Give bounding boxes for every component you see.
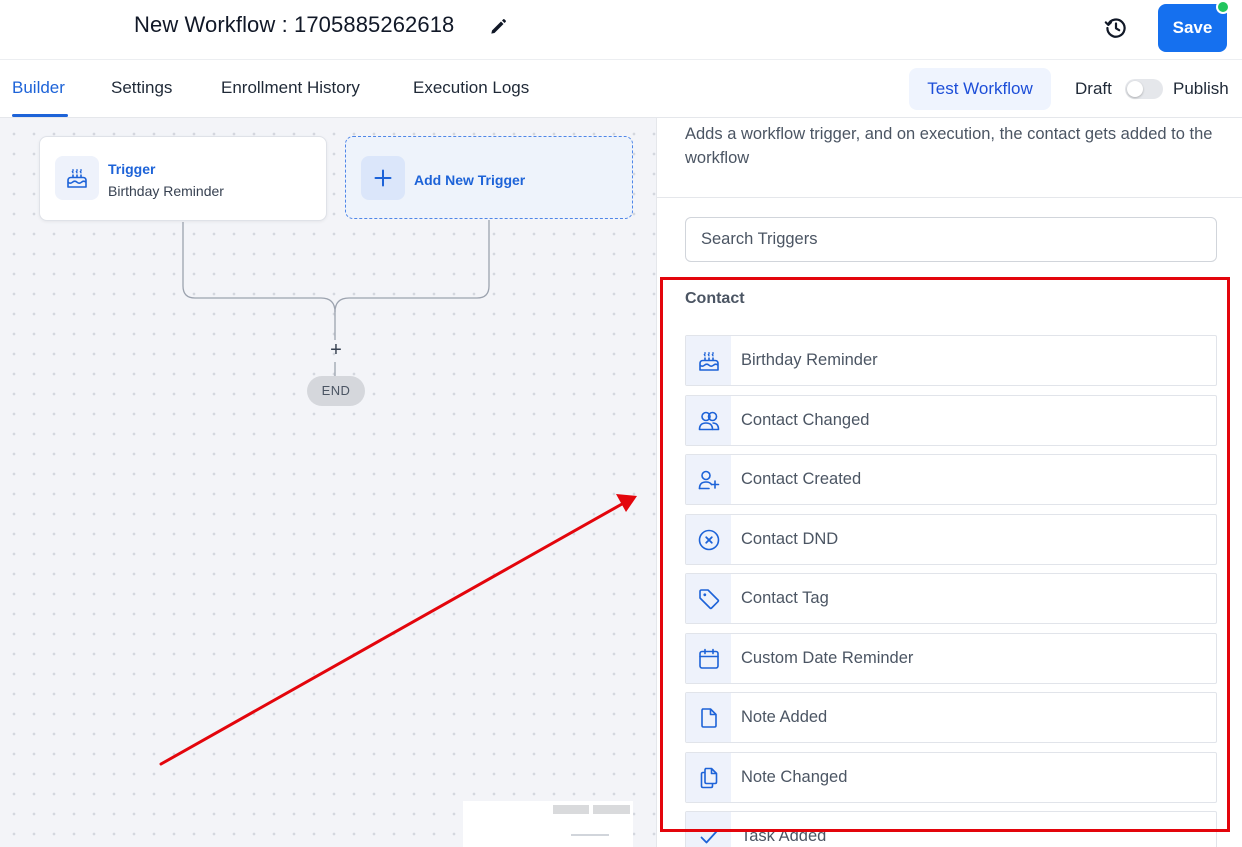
tag-icon [699,589,720,610]
files-icon [700,767,718,788]
trigger-item-icon-box [686,574,731,623]
panel-description: Adds a workflow trigger, and on executio… [685,125,1213,167]
publish-toggle[interactable] [1125,79,1163,99]
trigger-node-subtitle: Birthday Reminder [108,183,224,199]
trigger-item-label: Birthday Reminder [741,351,878,369]
tabs-bar: Builder Settings Enrollment History Exec… [0,60,1242,118]
trigger-item-label: Contact Created [741,470,862,488]
calendar-icon [699,648,719,669]
tab-builder[interactable]: Builder [12,78,65,98]
search-triggers-input[interactable] [685,217,1217,262]
trigger-item-contact-dnd[interactable]: Contact DND [685,513,1217,565]
test-workflow-button[interactable]: Test Workflow [909,68,1051,110]
minimap-line [571,834,609,836]
file-icon [701,708,717,728]
trigger-item-label: Custom Date Reminder [741,648,914,667]
tab-settings[interactable]: Settings [111,78,172,98]
trigger-item-icon-box [686,455,731,504]
user-add-icon [698,470,720,490]
tab-enrollment-history[interactable]: Enrollment History [221,78,360,98]
users-icon [698,411,720,430]
trigger-item-contact-created[interactable]: Contact Created [685,454,1217,505]
trigger-item-label: Task Added [741,827,827,845]
trigger-item-icon-box [686,633,731,683]
connector-lines [182,220,490,376]
top-bar: New Workflow : 1705885262618 Save [0,0,1242,60]
trigger-item-label: Contact Changed [741,410,870,429]
minimap-block [593,805,630,814]
trigger-item-icon-box [686,693,731,742]
trigger-node[interactable]: Trigger Birthday Reminder [39,136,327,221]
x-circle-icon [698,529,720,550]
trigger-node-title: Trigger [108,161,156,177]
trigger-item-label: Note Added [741,708,828,726]
history-icon[interactable] [1103,15,1129,41]
trigger-item-icon-box [686,336,731,385]
trigger-item-note-changed[interactable]: Note Changed [685,751,1217,803]
plus-icon [374,169,392,187]
add-new-trigger-label: Add New Trigger [414,172,526,188]
trigger-item-icon-box [686,514,731,564]
minimap[interactable] [463,801,633,847]
trigger-panel: Adds a workflow trigger, and on executio… [656,118,1242,847]
tab-execution-logs[interactable]: Execution Logs [413,78,529,98]
trigger-item-note-added[interactable]: Note Added [685,692,1217,743]
trigger-item-icon-box [686,752,731,802]
workflow-canvas[interactable]: Trigger Birthday Reminder Add New Trigge… [0,118,656,847]
status-dot [1216,0,1230,14]
trigger-item-label: Contact DND [741,529,839,548]
publish-label: Publish [1173,79,1229,98]
add-step-button[interactable]: + [326,340,346,360]
toggle-knob [1127,81,1143,97]
add-new-trigger-button[interactable]: Add New Trigger [345,136,633,219]
add-trigger-icon-box [361,156,405,200]
cake-icon [67,168,87,188]
trigger-item-task-added[interactable]: Task Added [685,811,1217,847]
end-node: END [307,376,365,406]
trigger-item-label: Contact Tag [741,589,829,607]
section-title-contact: Contact [685,290,745,307]
trigger-item-contact-tag[interactable]: Contact Tag [685,573,1217,624]
draft-label: Draft [1075,79,1112,98]
panel-divider [657,197,1242,198]
trigger-item-icon-box [686,812,731,847]
trigger-item-birthday-reminder[interactable]: Birthday Reminder [685,335,1217,386]
trigger-item-label: Note Changed [741,767,848,786]
workflow-title: New Workflow : 1705885262618 [134,12,455,37]
cake-icon [699,351,719,371]
minimap-block [553,805,589,814]
check-icon [700,830,718,844]
trigger-list[interactable]: Birthday Reminder Contact Changed Contac… [685,335,1217,847]
active-tab-indicator [12,114,68,117]
trigger-item-custom-date-reminder[interactable]: Custom Date Reminder [685,632,1217,684]
trigger-node-icon-box [55,156,99,200]
trigger-item-contact-changed[interactable]: Contact Changed [685,394,1217,446]
pencil-icon[interactable] [488,17,508,37]
trigger-item-icon-box [686,395,731,445]
